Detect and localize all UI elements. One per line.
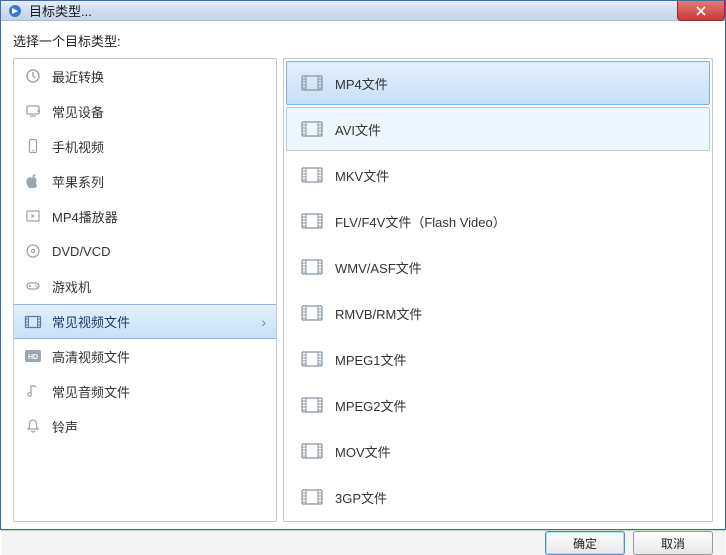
svg-text:HD: HD [28, 354, 38, 361]
format-item[interactable]: RMVB/RM文件 [286, 291, 710, 335]
category-label: 常见视频文件 [52, 312, 261, 331]
filmstrip-icon [301, 350, 323, 368]
category-item[interactable]: 常见音频文件 [14, 374, 276, 409]
music-icon [24, 382, 42, 400]
bell-icon [24, 417, 42, 435]
app-icon [7, 3, 23, 19]
ok-button[interactable]: 确定 [545, 531, 625, 555]
filmstrip-icon [301, 212, 323, 230]
format-item[interactable]: MPEG1文件 [286, 337, 710, 381]
hd-icon: HD [24, 347, 42, 365]
category-label: MP4播放器 [52, 207, 266, 226]
format-item[interactable]: MOV文件 [286, 429, 710, 473]
film-icon [24, 313, 42, 331]
prompt-label: 选择一个目标类型: [13, 31, 713, 50]
filmstrip-icon [301, 442, 323, 460]
gamepad-icon [24, 277, 42, 295]
filmstrip-icon [301, 396, 323, 414]
filmstrip-icon [301, 258, 323, 276]
filmstrip-icon [301, 488, 323, 506]
format-label: MKV文件 [335, 166, 389, 185]
format-label: RMVB/RM文件 [335, 304, 422, 323]
format-item[interactable]: WMV/ASF文件 [286, 245, 710, 289]
category-item[interactable]: 最近转换 [14, 59, 276, 94]
cancel-button[interactable]: 取消 [633, 531, 713, 555]
category-item[interactable]: 游戏机 [14, 269, 276, 304]
format-item[interactable]: MP4文件 [286, 61, 710, 105]
chevron-right-icon: › [261, 314, 266, 330]
apple-icon [24, 172, 42, 190]
filmstrip-icon [301, 74, 323, 92]
category-label: 常见设备 [52, 102, 266, 121]
category-item[interactable]: 常见设备 [14, 94, 276, 129]
format-label: MPEG2文件 [335, 396, 407, 415]
format-item[interactable]: AVI文件 [286, 107, 710, 151]
category-label: 手机视频 [52, 137, 266, 156]
bottom-bar: 确定 取消 [1, 530, 725, 555]
close-button[interactable] [677, 1, 725, 21]
category-item[interactable]: DVD/VCD [14, 234, 276, 269]
filmstrip-icon [301, 304, 323, 322]
category-item[interactable]: 铃声 [14, 409, 276, 444]
category-label: 苹果系列 [52, 172, 266, 191]
content-area: 选择一个目标类型: 最近转换常见设备手机视频苹果系列 MP4播放器 DVD/VCD 游… [1, 21, 725, 530]
player-icon [24, 207, 42, 225]
format-label: MP4文件 [335, 74, 388, 93]
category-item[interactable]: HD 高清视频文件 [14, 339, 276, 374]
category-label: 游戏机 [52, 277, 266, 296]
category-label: 高清视频文件 [52, 347, 266, 366]
format-item[interactable]: FLV/F4V文件（Flash Video） [286, 199, 710, 243]
format-item[interactable]: 3GP文件 [286, 475, 710, 519]
category-label: 常见音频文件 [52, 382, 266, 401]
format-label: MPEG1文件 [335, 350, 407, 369]
format-label: WMV/ASF文件 [335, 258, 422, 277]
format-item[interactable]: MKV文件 [286, 153, 710, 197]
format-list[interactable]: MP4文件 AVI文件 MKV文件 FLV/F4V文件（Flash Video） WMV… [284, 59, 712, 521]
phone-icon [24, 137, 42, 155]
panels: 最近转换常见设备手机视频苹果系列MP4播放器DVD/VCD游戏机常见视频文件›H… [13, 58, 713, 522]
category-label: 最近转换 [52, 67, 266, 86]
category-label: 铃声 [52, 417, 266, 436]
category-panel: 最近转换常见设备手机视频苹果系列MP4播放器DVD/VCD游戏机常见视频文件›H… [13, 58, 277, 522]
category-label: DVD/VCD [52, 244, 266, 259]
format-label: 3GP文件 [335, 488, 387, 507]
category-item[interactable]: 常见视频文件› [14, 304, 276, 339]
filmstrip-icon [301, 166, 323, 184]
filmstrip-icon [301, 120, 323, 138]
category-item[interactable]: 苹果系列 [14, 164, 276, 199]
category-item[interactable]: 手机视频 [14, 129, 276, 164]
format-label: FLV/F4V文件（Flash Video） [335, 212, 506, 231]
titlebar: 目标类型... [1, 1, 725, 21]
disc-icon [24, 242, 42, 260]
format-panel: MP4文件 AVI文件 MKV文件 FLV/F4V文件（Flash Video） WMV… [283, 58, 713, 522]
format-label: MOV文件 [335, 442, 391, 461]
format-item[interactable]: MPEG2文件 [286, 383, 710, 427]
device-icon [24, 102, 42, 120]
window-title: 目标类型... [29, 1, 92, 20]
clock-icon [24, 67, 42, 85]
category-item[interactable]: MP4播放器 [14, 199, 276, 234]
format-label: AVI文件 [335, 120, 381, 139]
